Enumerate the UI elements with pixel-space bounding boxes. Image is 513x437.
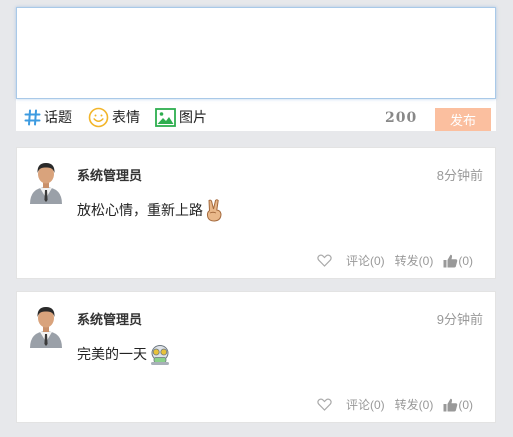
avatar: [30, 163, 62, 204]
post-content: 完美的一天: [77, 342, 172, 366]
post-time: 9分钟前: [436, 312, 483, 327]
thumbs-up-icon: [443, 254, 458, 267]
image-label: 图片: [179, 109, 207, 125]
favorite-button[interactable]: [317, 254, 332, 267]
composer-toolbar: 话题 表情 图片 200 发布: [16, 103, 496, 131]
post-card: 系统管理员 9分钟前 完美的一天 评论(0) 转发(0) (0): [16, 291, 496, 423]
post-actions: 评论(0) 转发(0) (0): [317, 252, 473, 269]
post-actions: 评论(0) 转发(0) (0): [317, 396, 473, 413]
post-text: 放松心情，重新上路: [77, 202, 203, 218]
smiley-icon: [88, 107, 109, 127]
post-author[interactable]: 系统管理员: [77, 309, 142, 328]
post-author[interactable]: 系统管理员: [77, 165, 142, 184]
avatar: [30, 307, 62, 348]
char-counter: 200: [385, 110, 418, 126]
forward-button[interactable]: 转发(0): [395, 396, 434, 413]
emoji-button[interactable]: 表情: [88, 103, 140, 131]
like-button[interactable]: (0): [443, 398, 473, 412]
publish-button[interactable]: 发布: [435, 108, 491, 131]
victory-hand-icon: [206, 199, 222, 222]
hashtag-icon: [24, 109, 41, 125]
post-time: 8分钟前: [436, 168, 483, 183]
post-text: 完美的一天: [77, 346, 147, 362]
post-composer: 话题 表情 图片 200 发布: [16, 7, 496, 131]
topic-label: 话题: [44, 109, 72, 125]
heart-icon: [317, 398, 332, 411]
like-count: (0): [458, 397, 473, 412]
heart-icon: [317, 254, 332, 267]
emoji-label: 表情: [112, 109, 140, 125]
comment-button[interactable]: 评论(0): [346, 252, 385, 269]
image-button[interactable]: 图片: [155, 103, 207, 131]
post-card: 系统管理员 8分钟前 放松心情，重新上路 评论(0) 转发(0) (0): [16, 147, 496, 279]
robot-face-icon: [151, 345, 169, 365]
like-button[interactable]: (0): [443, 254, 473, 268]
favorite-button[interactable]: [317, 398, 332, 411]
comment-button[interactable]: 评论(0): [346, 396, 385, 413]
post-content: 放松心情，重新上路: [77, 198, 224, 222]
like-count: (0): [458, 253, 473, 268]
thumbs-up-icon: [443, 398, 458, 411]
picture-icon: [155, 107, 176, 127]
topic-button[interactable]: 话题: [24, 103, 72, 131]
post-textarea[interactable]: [16, 7, 496, 99]
forward-button[interactable]: 转发(0): [395, 252, 434, 269]
